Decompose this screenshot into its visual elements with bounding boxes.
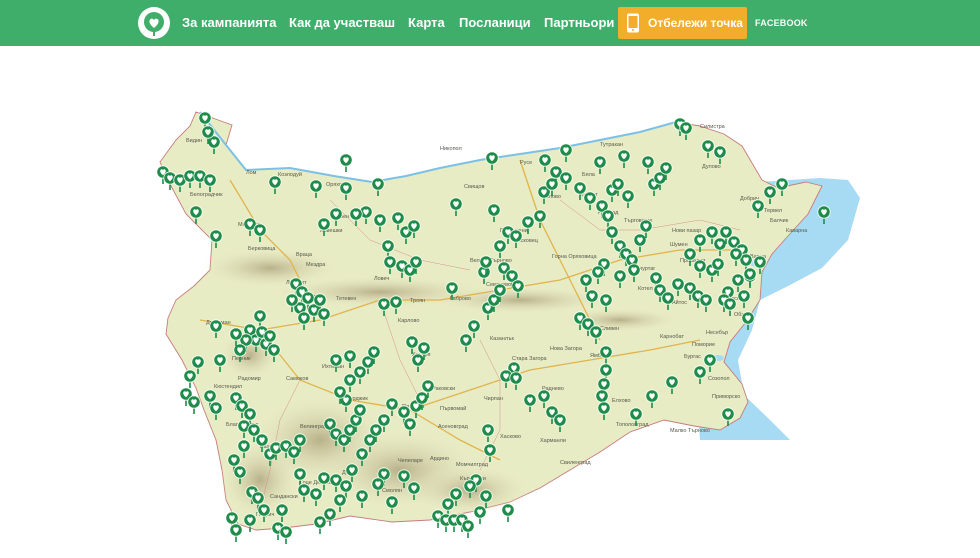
location-marker[interactable]: [279, 525, 293, 544]
nav-map[interactable]: Карта: [408, 0, 445, 46]
city-label: Видин: [186, 138, 202, 144]
city-label: Русе: [520, 160, 532, 166]
city-label: Елхово: [612, 398, 631, 404]
city-label: Тополовград: [616, 422, 649, 428]
city-label: Каварна: [786, 228, 808, 234]
location-marker[interactable]: [461, 519, 475, 538]
mark-point-label: Отбележи точка: [648, 16, 743, 30]
city-label: Котел: [638, 286, 653, 292]
city-label: Айтос: [672, 299, 687, 306]
city-label: Карлово: [398, 318, 419, 324]
city-label: Враца: [296, 252, 313, 258]
city-label: Тетевен: [336, 296, 356, 302]
nav-ambassadors[interactable]: Посланици: [459, 0, 531, 46]
location-marker[interactable]: [473, 505, 487, 524]
city-label: Тутракан: [600, 142, 623, 148]
city-label: Стара Загора: [512, 356, 548, 362]
city-label: Белоградчик: [190, 192, 223, 198]
city-label: Самоков: [286, 376, 308, 382]
city-label: Балчик: [770, 218, 789, 224]
nav-partners[interactable]: Партньори: [544, 0, 614, 46]
leaf-heart-logo-icon[interactable]: [138, 7, 170, 39]
location-marker[interactable]: [229, 523, 243, 542]
nav-how-to-participate[interactable]: Как да участваш: [289, 0, 395, 46]
city-label: Нови пазар: [672, 228, 701, 234]
mark-point-button[interactable]: Отбележи точка: [618, 7, 747, 39]
city-label: Бяла: [582, 172, 596, 178]
city-label: Радомир: [238, 376, 261, 382]
city-label: Чепеларе: [398, 458, 423, 464]
city-label: Малко Търново: [670, 428, 710, 434]
city-label: Кюстендил: [214, 384, 242, 390]
city-label: Горна Оряховица: [552, 254, 597, 260]
city-label: Сливен: [600, 326, 619, 332]
top-navigation-bar: За кампанията Как да участваш Карта Посл…: [0, 0, 980, 46]
location-marker[interactable]: [313, 515, 327, 534]
city-label: Приморско: [712, 394, 740, 400]
city-label: Шумен: [670, 242, 688, 248]
city-label: Първомай: [440, 405, 466, 412]
city-label: Нова Загора: [550, 346, 583, 352]
city-label: Перник: [232, 356, 251, 362]
city-label: Козлодуй: [278, 171, 302, 178]
city-label: Тервел: [764, 208, 782, 214]
city-label: Несебър: [706, 330, 728, 336]
city-label: Асеновград: [438, 424, 469, 430]
city-label: Казанлък: [490, 336, 514, 342]
city-label: Харманли: [540, 438, 566, 444]
city-label: Берковица: [248, 246, 276, 252]
city-label: Никопол: [440, 146, 462, 152]
location-marker[interactable]: [339, 153, 353, 172]
map-area[interactable]: Видин Силистра Тутракан Никопол Лом Белоградч…: [0, 46, 980, 553]
city-label: Ардино: [430, 456, 449, 462]
city-label: Бургас: [684, 354, 701, 360]
city-label: Карнобат: [660, 334, 684, 340]
city-label: Габрово: [450, 296, 471, 302]
city-label: Дулово: [702, 164, 721, 170]
bulgaria-map[interactable]: Видин Силистра Тутракан Никопол Лом Белоградч…: [0, 46, 980, 553]
city-label: Лом: [246, 170, 257, 176]
city-label: Чирпан: [484, 396, 503, 402]
city-label: Сандански: [270, 494, 298, 500]
city-label: Раковски: [432, 386, 455, 392]
city-label: Поморие: [692, 342, 715, 348]
city-label: Момчилград: [456, 462, 489, 468]
city-label: Силистра: [700, 124, 726, 130]
city-label: Троян: [410, 298, 425, 304]
phone-icon: [627, 13, 639, 33]
city-label: Ловеч: [374, 276, 389, 282]
location-marker[interactable]: [187, 395, 201, 414]
nav-about-campaign[interactable]: За кампанията: [182, 0, 276, 46]
city-label: Свиленград: [560, 460, 591, 466]
city-label: Смолян: [382, 488, 402, 494]
city-label: Мездра: [306, 262, 326, 268]
location-marker[interactable]: [501, 503, 515, 522]
city-label: Хасково: [500, 434, 521, 440]
facebook-link[interactable]: FACEBOOK: [755, 0, 808, 46]
city-label: Свищов: [464, 184, 484, 190]
city-label: Созопол: [708, 376, 730, 382]
